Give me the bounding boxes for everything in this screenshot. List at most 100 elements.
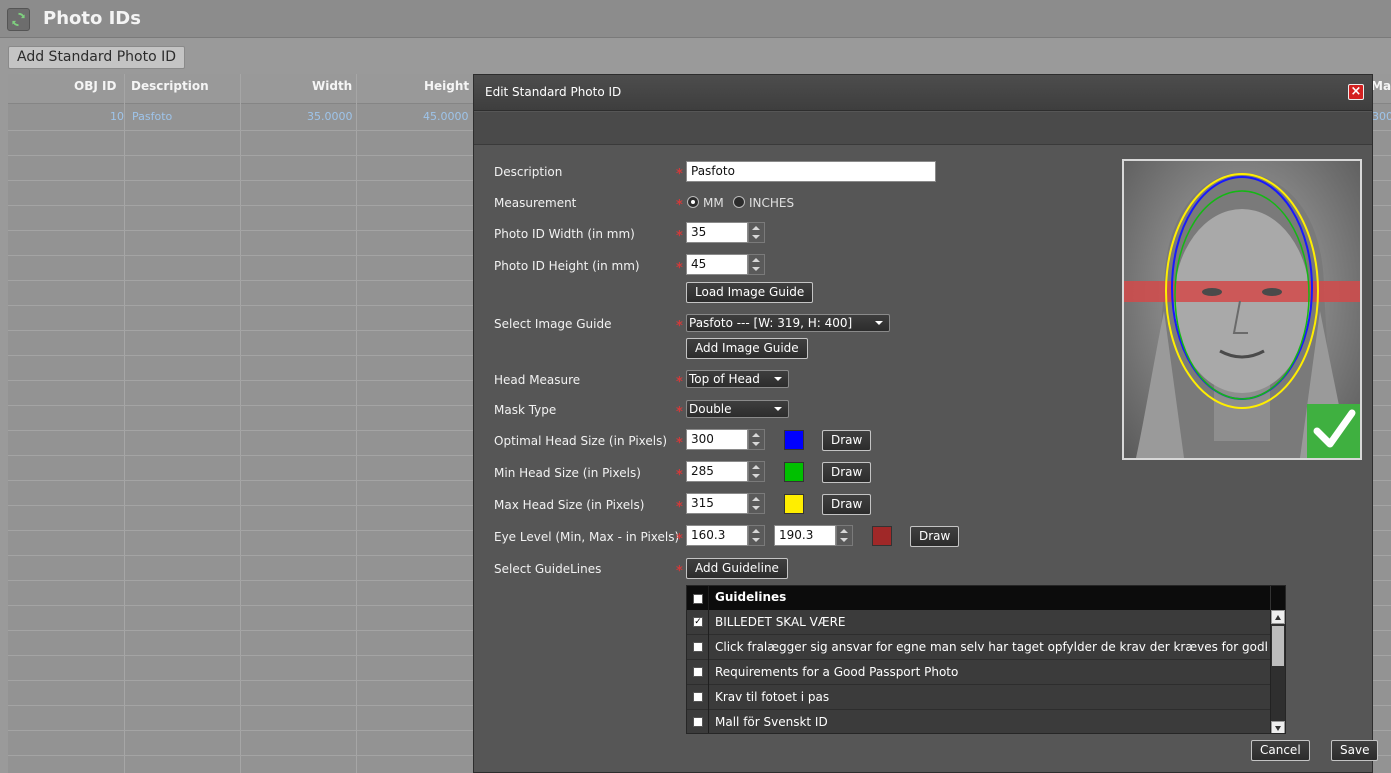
eye-level-min-input[interactable]: 160.3 — [686, 525, 748, 546]
draw-max-button[interactable]: Draw — [822, 494, 872, 515]
required-marker: * — [676, 319, 683, 334]
min-head-size-stepper[interactable] — [748, 461, 765, 482]
head-measure-value: Top of Head — [689, 372, 760, 386]
measurement-mm-label[interactable]: MM — [703, 196, 724, 210]
max-head-size-stepper[interactable] — [748, 493, 765, 514]
optimal-head-size-stepper[interactable] — [748, 429, 765, 450]
photo-width-stepper[interactable] — [748, 222, 765, 243]
required-marker: * — [676, 532, 683, 547]
scroll-thumb[interactable] — [1272, 626, 1284, 666]
guideline-row[interactable]: Requirements for a Good Passport Photo — [687, 660, 1272, 685]
max-head-size-label: Max Head Size (in Pixels) — [494, 498, 645, 512]
guidelines-scrollbar[interactable] — [1270, 610, 1285, 733]
eye-level-min-stepper[interactable] — [748, 525, 765, 546]
guidelines-label: Select GuideLines — [494, 562, 602, 576]
guideline-row[interactable]: Click fralægger sig ansvar for egne man … — [687, 635, 1272, 660]
face-guide-image — [1124, 172, 1360, 458]
mask-type-label: Mask Type — [494, 403, 557, 417]
column-divider — [240, 74, 241, 773]
photo-width-input[interactable]: 35 — [686, 222, 748, 243]
required-marker: * — [676, 229, 683, 244]
measurement-inches-label[interactable]: INCHES — [749, 196, 794, 210]
head-measure-select[interactable]: Top of Head — [686, 370, 789, 388]
eye-level-max-input[interactable]: 190.3 — [774, 525, 836, 546]
guideline-text: Mall för Svenskt ID — [715, 715, 828, 729]
min-head-size-input[interactable]: 285 — [686, 461, 748, 482]
guideline-row[interactable]: Krav til fotoet i pas — [687, 685, 1272, 710]
column-divider — [708, 586, 709, 733]
optimal-color-swatch[interactable] — [784, 430, 804, 450]
dialog-title: Edit Standard Photo ID — [485, 85, 622, 99]
required-marker: * — [676, 564, 683, 579]
save-button[interactable]: Save — [1331, 740, 1379, 761]
header-scroll-cap — [1270, 586, 1285, 610]
min-color-swatch[interactable] — [784, 462, 804, 482]
guideline-checkbox[interactable] — [693, 642, 703, 652]
min-head-size-label: Min Head Size (in Pixels) — [494, 466, 641, 480]
guideline-row[interactable]: ✓ BILLEDET SKAL VÆRE — [687, 610, 1272, 635]
photo-height-input[interactable]: 45 — [686, 254, 748, 275]
scroll-down-icon[interactable] — [1271, 721, 1285, 733]
guidelines-column-header: Guidelines — [715, 590, 787, 604]
measurement-mm-radio[interactable] — [687, 196, 699, 208]
cancel-button[interactable]: Cancel — [1251, 740, 1310, 761]
column-header-width[interactable]: Width — [312, 74, 352, 104]
top-bar: Photo IDs — [0, 0, 1391, 38]
refresh-icon — [12, 12, 25, 27]
dialog-toolbar — [474, 112, 1372, 145]
draw-min-button[interactable]: Draw — [822, 462, 872, 483]
page-title: Photo IDs — [43, 8, 141, 29]
guidelines-grid: Guidelines ✓ BILLEDET SKAL VÆRE Click fr… — [686, 585, 1286, 734]
refresh-button[interactable] — [7, 8, 30, 31]
photo-width-label: Photo ID Width (in mm) — [494, 227, 635, 241]
cell-height[interactable]: 45.0000 — [423, 110, 469, 123]
column-header-obj-id[interactable]: OBJ ID — [74, 74, 116, 104]
load-image-guide-button[interactable]: Load Image Guide — [686, 282, 814, 303]
eye-color-swatch[interactable] — [872, 526, 892, 546]
column-divider — [356, 74, 357, 773]
column-header-description[interactable]: Description — [131, 74, 209, 104]
draw-optimal-button[interactable]: Draw — [822, 430, 872, 451]
guideline-checkbox[interactable] — [693, 692, 703, 702]
guideline-checkbox[interactable] — [693, 667, 703, 677]
cell-obj-id[interactable]: 10 — [110, 110, 124, 123]
measurement-inches-radio[interactable] — [733, 196, 745, 208]
optimal-head-size-label: Optimal Head Size (in Pixels) — [494, 434, 668, 448]
cell-description[interactable]: Pasfoto — [132, 110, 172, 123]
cell-width[interactable]: 35.0000 — [307, 110, 353, 123]
add-guideline-button[interactable]: Add Guideline — [686, 558, 788, 579]
max-head-size-input[interactable]: 315 — [686, 493, 748, 514]
measurement-label: Measurement — [494, 196, 577, 210]
cell-max[interactable]: 300 — [1372, 110, 1391, 123]
close-icon[interactable]: × — [1348, 84, 1364, 100]
guideline-text: Krav til fotoet i pas — [715, 690, 830, 704]
description-input[interactable]: Pasfoto — [686, 161, 936, 182]
guideline-text: BILLEDET SKAL VÆRE — [715, 615, 846, 629]
guideline-row[interactable]: Mall för Svenskt ID — [687, 710, 1272, 733]
guideline-checkbox[interactable] — [693, 717, 703, 727]
select-all-checkbox[interactable] — [693, 594, 703, 604]
image-guide-select[interactable]: Pasfoto --- [W: 319, H: 400] — [686, 314, 890, 332]
required-marker: * — [676, 468, 683, 483]
head-measure-label: Head Measure — [494, 373, 581, 387]
add-image-guide-button[interactable]: Add Image Guide — [686, 338, 808, 359]
eye-level-max-stepper[interactable] — [836, 525, 853, 546]
guideline-checkbox[interactable]: ✓ — [693, 617, 703, 627]
scroll-up-icon[interactable] — [1271, 610, 1285, 624]
photo-height-label: Photo ID Height (in mm) — [494, 259, 640, 273]
column-header-max[interactable]: Max — [1371, 74, 1391, 104]
add-standard-photo-id-button[interactable]: Add Standard Photo ID — [8, 46, 185, 69]
optimal-head-size-input[interactable]: 300 — [686, 429, 748, 450]
required-marker: * — [676, 500, 683, 515]
mask-type-select[interactable]: Double — [686, 400, 789, 418]
image-guide-label: Select Image Guide — [494, 317, 612, 331]
chevron-down-icon — [774, 407, 782, 411]
guidelines-header: Guidelines — [687, 586, 1285, 610]
required-marker: * — [676, 261, 683, 276]
photo-height-stepper[interactable] — [748, 254, 765, 275]
draw-eye-button[interactable]: Draw — [910, 526, 960, 547]
required-marker: * — [676, 375, 683, 390]
edit-photo-id-dialog: Edit Standard Photo ID × Description * P… — [473, 74, 1379, 773]
max-color-swatch[interactable] — [784, 494, 804, 514]
column-header-height[interactable]: Height — [424, 74, 469, 104]
